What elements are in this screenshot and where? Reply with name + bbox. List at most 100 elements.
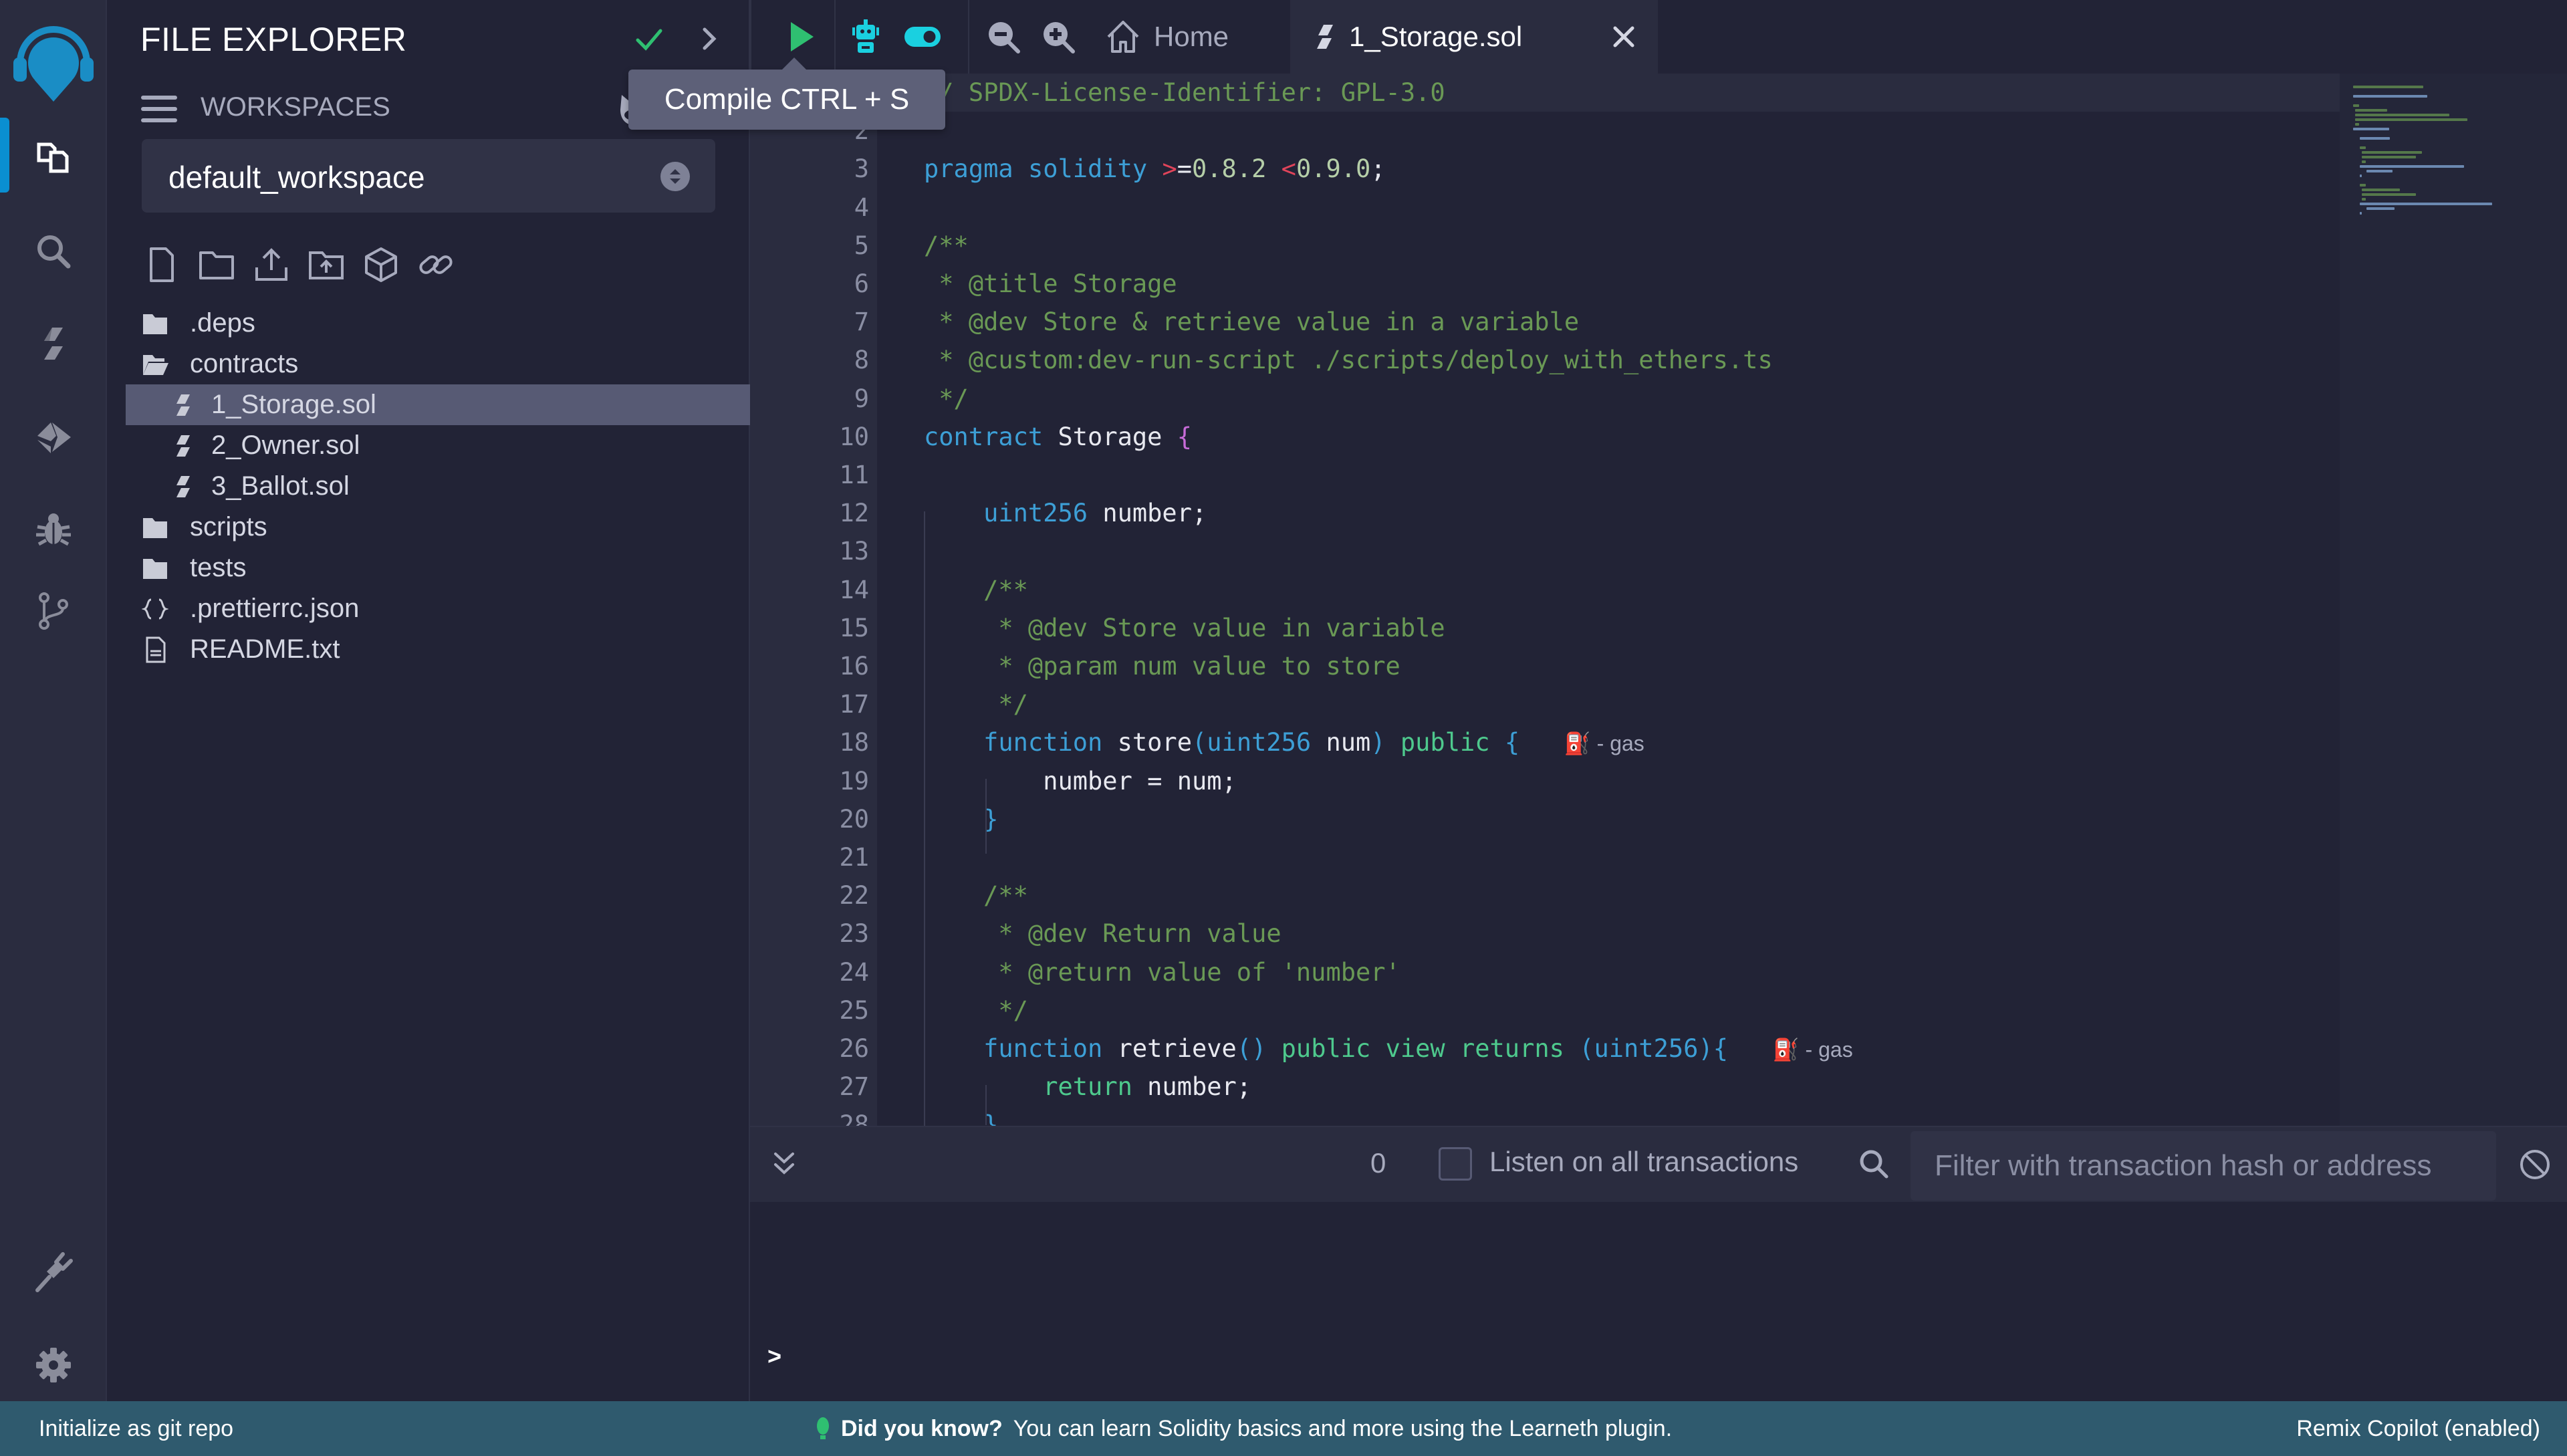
code-line[interactable]: 12 uint256 number; [750,494,2567,532]
code-text: * @dev Store & retrieve value in a varia… [924,308,1580,337]
search-button[interactable] [20,218,87,285]
code-line[interactable]: 20 } [750,800,2567,838]
code-line[interactable]: 14 /** [750,571,2567,609]
code-line[interactable]: 10 contract Storage { [750,418,2567,456]
folder-open-icon [140,350,170,379]
hamburger-menu-icon[interactable] [140,92,178,126]
solidity-icon [44,328,63,360]
compile-run-button[interactable] [778,15,822,59]
file-tree-item[interactable]: .prettierrc.json [126,588,750,629]
code-editor[interactable]: 1// SPDX-License-Identifier: GPL-3.023pr… [750,74,2567,1126]
code-line[interactable]: 1// SPDX-License-Identifier: GPL-3.0 [750,74,2567,112]
ai-copilot-button[interactable] [844,15,888,59]
code-text: * @custom:dev-run-script ./scripts/deplo… [924,346,1773,375]
file-tree-item[interactable]: 3_Ballot.sol [126,466,750,507]
zoom-in-button[interactable] [1036,15,1080,59]
collapse-panel-button[interactable] [689,19,729,59]
minimap-line [2360,137,2390,140]
code-line[interactable]: 17 */ [750,685,2567,723]
code-line[interactable]: 11 [750,456,2567,494]
active-plugin-marker [0,118,9,193]
new-file-button[interactable] [139,242,185,287]
file-tree-item[interactable]: .deps [126,303,750,344]
code-minimap[interactable] [2340,74,2567,1126]
file-tree-item[interactable]: contracts [126,344,750,384]
settings-button[interactable] [20,1332,87,1399]
terminal-output[interactable]: > [750,1202,2567,1401]
copilot-toggle[interactable] [896,15,949,59]
line-number: 26 [839,1034,869,1063]
line-number: 28 [839,1110,869,1126]
minimap-line [2354,114,2449,116]
minimap-line [2353,104,2359,107]
minimap-line [2366,170,2393,172]
plugin-manager-button[interactable] [20,1239,87,1306]
code-line[interactable]: 6 * @title Storage [750,265,2567,303]
file-tree-item[interactable]: README.txt [126,629,750,670]
code-line[interactable]: 22 /** [750,876,2567,915]
file-tree-item[interactable]: tests [126,548,750,588]
workspace-select[interactable]: default_workspace [142,139,715,213]
import-url-button[interactable] [413,242,459,287]
tab-home[interactable]: Home [1104,13,1229,60]
folder-icon [140,513,170,542]
ipfs-import-button[interactable] [358,242,404,287]
file-explorer-button[interactable] [20,123,87,190]
line-number: 17 [839,690,869,719]
search-icon [37,235,71,269]
file-tree-item[interactable]: 1_Storage.sol [126,384,750,425]
tab-1-storage-sol[interactable]: 1_Storage.sol [1290,0,1658,74]
line-number: 4 [854,193,869,222]
robot-icon [852,19,879,53]
line-number: 9 [854,384,869,413]
code-line[interactable]: 8 * @custom:dev-run-script ./scripts/dep… [750,341,2567,379]
file-tree-item[interactable]: scripts [126,507,750,548]
file-tree-item[interactable]: 2_Owner.sol [126,425,750,466]
code-line[interactable]: 9 */ [750,380,2567,418]
code-line[interactable]: 26 function retrieve() public view retur… [750,1029,2567,1068]
zoom-out-button[interactable] [981,15,1025,59]
clear-console-icon[interactable] [2518,1147,2552,1182]
code-line[interactable]: 21 [750,838,2567,876]
new-folder-button[interactable] [194,242,239,287]
code-line[interactable]: 18 function store(uint256 num) public { … [750,723,2567,761]
code-text: */ [924,690,1028,719]
line-number: 18 [839,728,869,757]
git-button[interactable] [20,578,87,644]
line-number: 8 [854,346,869,375]
listen-all-checkbox[interactable] [1439,1147,1472,1181]
folder-icon [140,554,170,583]
upload-file-button[interactable] [249,242,294,287]
code-text: * @dev Store value in variable [924,613,1445,642]
init-git-repo-link[interactable]: Initialize as git repo [39,1416,233,1442]
code-line[interactable]: 7 * @dev Store & retrieve value in a var… [750,303,2567,341]
remix-logo-icon[interactable] [8,16,99,103]
code-line[interactable]: 4 [750,189,2567,227]
deploy-run-button[interactable] [20,404,87,471]
code-text: } [983,804,999,834]
code-line[interactable]: 28 } [750,1106,2567,1126]
debugger-button[interactable] [20,496,87,563]
code-text: contract Storage { [924,422,1192,451]
file-tree-item-label: tests [190,553,247,582]
collapse-terminal-icon[interactable] [767,1147,801,1181]
code-line[interactable]: 3 pragma solidity >=0.8.2 <0.9.0; [750,150,2567,188]
solidity-compiler-button[interactable] [20,310,87,377]
code-line[interactable]: 15 * @dev Store value in variable [750,609,2567,647]
code-line[interactable]: 25 */ [750,991,2567,1029]
did-you-know-tip[interactable]: Did you know? You can learn Solidity bas… [816,1416,1672,1442]
tx-filter-input[interactable] [1911,1131,2496,1201]
copilot-status[interactable]: Remix Copilot (enabled) [2296,1416,2540,1442]
code-line[interactable]: 24 * @return value of 'number' [750,953,2567,991]
upload-folder-button[interactable] [303,242,349,287]
code-text: */ [924,384,969,413]
code-line[interactable]: 5 /** [750,227,2567,265]
code-line[interactable]: 13 [750,532,2567,570]
code-line[interactable]: 16 * @param num value to store [750,647,2567,685]
code-line[interactable]: 23 * @dev Return value [750,915,2567,953]
close-icon[interactable] [1607,20,1640,53]
code-line[interactable]: 27 return number; [750,1068,2567,1106]
code-line[interactable]: 2 [750,112,2567,150]
code-line[interactable]: 19 number = num; [750,762,2567,800]
solidity-file-icon [1317,25,1333,49]
